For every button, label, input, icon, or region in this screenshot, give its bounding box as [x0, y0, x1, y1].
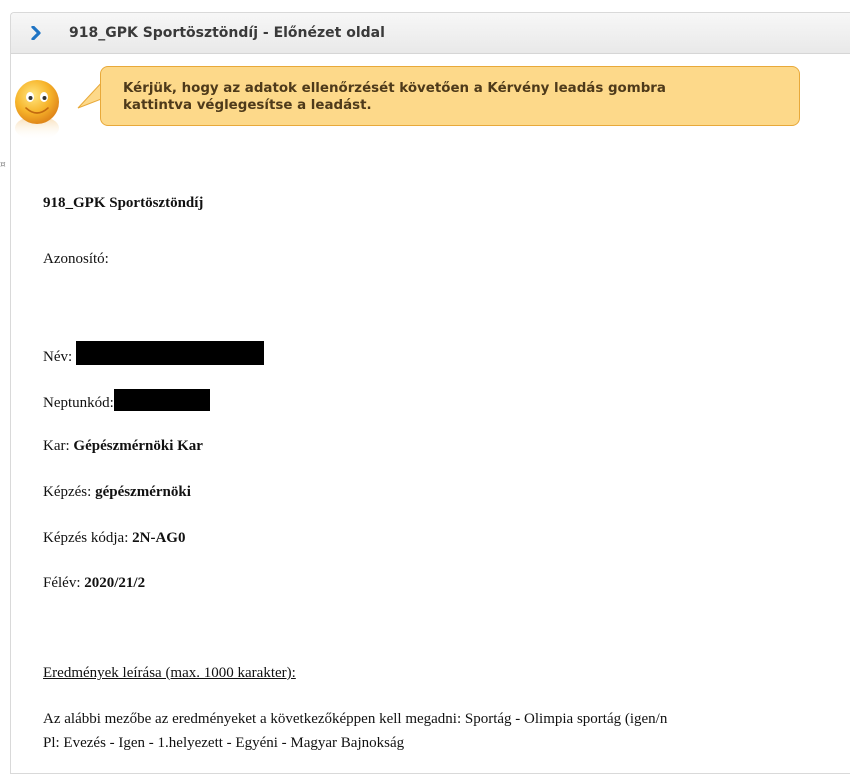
eredmenyek-section-title: Eredmények leírása (max. 1000 karakter):	[43, 665, 296, 681]
instruction-line-1: Az alábbi mezőbe az eredményeket a követ…	[43, 711, 668, 727]
nev-row: Név:	[43, 341, 264, 366]
azonosito-label: Azonosító:	[43, 251, 109, 267]
neptun-redacted-value	[113, 389, 210, 411]
kepzes-kod-row: Képzés kódja: 2N-AG0	[43, 530, 185, 547]
notice-message: Kérjük, hogy az adatok ellenőrzését köve…	[12, 66, 812, 146]
panel-title: 918_GPK Sportösztöndíj - Előnézet oldal	[69, 25, 385, 41]
kar-value: Gépészmérnöki Kar	[73, 438, 203, 454]
nev-redacted-value	[75, 341, 264, 365]
neptun-label: Neptunkód:	[43, 395, 114, 411]
chevron-right-icon	[31, 26, 41, 40]
instruction-line-2: Pl: Evezés - Igen - 1.helyezett - Egyéni…	[43, 735, 405, 751]
azonosito-row: Azonosító:	[43, 251, 109, 268]
nev-label: Név:	[43, 349, 73, 365]
kar-row: Kar: Gépészmérnöki Kar	[43, 438, 203, 455]
kepzes-value: gépészmérnöki	[95, 484, 191, 500]
smiley-face-icon	[15, 80, 59, 140]
neptun-row: Neptunkód:	[43, 389, 210, 412]
notice-bubble: Kérjük, hogy az adatok ellenőrzését köve…	[100, 66, 800, 126]
kepzes-kod-value: 2N-AG0	[132, 530, 186, 546]
kepzes-label: Képzés:	[43, 484, 92, 500]
edge-fragment: ¤	[0, 160, 6, 170]
kar-label: Kar:	[43, 438, 70, 454]
kepzes-kod-label: Képzés kódja:	[43, 530, 129, 546]
kepzes-row: Képzés: gépészmérnöki	[43, 484, 191, 501]
panel-header: 918_GPK Sportösztöndíj - Előnézet oldal	[11, 13, 850, 54]
felev-label: Félév:	[43, 575, 81, 591]
felev-row: Félév: 2020/21/2	[43, 575, 145, 592]
document-title: 918_GPK Sportösztöndíj	[43, 195, 204, 211]
notice-text-line2: kattintva véglegesítse a leadást.	[123, 98, 372, 113]
notice-text-line1: Kérjük, hogy az adatok ellenőrzését köve…	[123, 81, 666, 96]
felev-value: 2020/21/2	[84, 575, 146, 591]
